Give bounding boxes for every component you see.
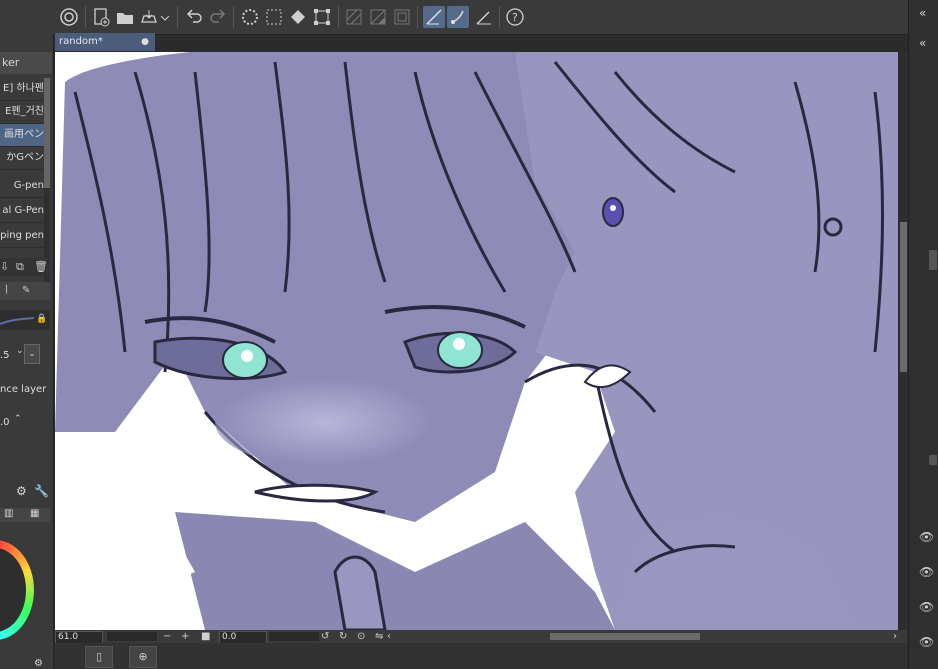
zoom-slider[interactable] bbox=[107, 632, 157, 641]
canvas-vertical-scrollbar[interactable] bbox=[899, 52, 908, 630]
eye-icon[interactable]: 👁 bbox=[919, 565, 934, 579]
sub-tool-header: ker bbox=[0, 52, 52, 74]
size-spinner-icon[interactable]: ⌄ bbox=[16, 346, 24, 356]
tab-property[interactable]: ㅣ bbox=[2, 282, 11, 300]
document-tab[interactable]: random* ● bbox=[55, 33, 155, 51]
snap-line-icon[interactable] bbox=[473, 6, 495, 28]
color-settings-icon[interactable]: ⚙ bbox=[34, 658, 43, 669]
rotate-right-icon[interactable]: ↻ bbox=[339, 630, 347, 643]
opacity-spinner-icon[interactable]: ⌃ bbox=[14, 414, 22, 424]
brush-item[interactable]: 画用ペン bbox=[0, 124, 44, 147]
save-icon[interactable] bbox=[138, 6, 160, 28]
app-logo-icon[interactable] bbox=[58, 6, 80, 28]
navigator-icon[interactable]: ⊕ bbox=[129, 646, 157, 668]
collapse-panel-icon[interactable]: « bbox=[919, 6, 926, 20]
copy-icon[interactable]: ⇩ bbox=[0, 258, 9, 276]
tool-property-tabs: ㅣ ✎ bbox=[0, 282, 50, 300]
brush-item[interactable]: E] 하나펜 bbox=[0, 78, 44, 101]
hatch-icon[interactable] bbox=[343, 6, 365, 28]
rotate-left-icon[interactable]: ↺ bbox=[321, 630, 329, 643]
transform-icon[interactable] bbox=[311, 6, 333, 28]
brush-actions: ⇩ ⧉ 🗑 bbox=[0, 258, 50, 276]
brush-list-scrollbar[interactable] bbox=[44, 78, 50, 288]
open-icon[interactable] bbox=[114, 6, 136, 28]
frame-icon[interactable] bbox=[391, 6, 413, 28]
settings-icon[interactable]: ⚙ bbox=[16, 484, 27, 498]
help-icon[interactable]: ? bbox=[504, 6, 526, 28]
command-bar: ? bbox=[0, 0, 938, 35]
zoom-in-button[interactable]: + bbox=[181, 630, 189, 643]
stroke-preview: 🔒 bbox=[0, 310, 50, 330]
brush-item[interactable]: G-pen bbox=[0, 175, 44, 198]
duplicate-icon[interactable]: ⧉ bbox=[16, 258, 24, 276]
redo-icon[interactable] bbox=[207, 6, 229, 28]
undo-icon[interactable] bbox=[183, 6, 205, 28]
bottom-bar: ▯ ⊕ bbox=[55, 643, 907, 669]
snap-ruler-icon[interactable] bbox=[423, 6, 445, 28]
pen-icon[interactable]: ✎ bbox=[22, 282, 30, 300]
size-dropdown-button[interactable]: ⌄ bbox=[24, 344, 40, 364]
svg-text:?: ? bbox=[512, 11, 518, 24]
reference-layer-label: nce layer bbox=[0, 384, 47, 395]
wrench-icon[interactable]: 🔧 bbox=[34, 484, 49, 498]
hatch2-icon[interactable] bbox=[367, 6, 389, 28]
layer-panel-icon[interactable]: ▯ bbox=[85, 646, 113, 668]
canvas-horizontal-scrollbar[interactable] bbox=[550, 633, 700, 640]
snap-brush-icon[interactable] bbox=[447, 6, 469, 28]
zoom-out-button[interactable]: − bbox=[163, 630, 171, 643]
brush-size-value[interactable]: .5 bbox=[0, 350, 10, 361]
brush-item[interactable]: ping pen bbox=[0, 225, 44, 248]
right-panel: « « 👁 👁 👁 👁 bbox=[908, 0, 938, 669]
unsaved-indicator-icon[interactable]: ● bbox=[141, 33, 149, 51]
reset-rotation-icon[interactable]: ⊙ bbox=[357, 630, 365, 643]
rotation-slider[interactable] bbox=[269, 632, 319, 641]
tab-color-set[interactable]: ▦ bbox=[30, 508, 39, 519]
new-icon[interactable] bbox=[90, 6, 112, 28]
busy-icon[interactable] bbox=[239, 6, 261, 28]
dropdown-icon[interactable] bbox=[158, 6, 172, 28]
eye-icon[interactable]: 👁 bbox=[919, 635, 934, 649]
select-icon[interactable] bbox=[263, 6, 285, 28]
brush-item[interactable]: al G-Pen bbox=[0, 200, 44, 223]
panel-handle-2[interactable] bbox=[929, 455, 937, 465]
eye-icon[interactable]: 👁 bbox=[919, 530, 934, 544]
fill-icon[interactable] bbox=[287, 6, 309, 28]
sub-tool-panel: ker E] 하나펜 E펜_거친 画用ペン かGペン G-pen al G-Pe… bbox=[0, 34, 54, 669]
tab-color-wheel[interactable]: ▥ bbox=[4, 508, 13, 519]
lock-icon[interactable]: 🔒 bbox=[36, 314, 47, 324]
fit-icon[interactable]: ■ bbox=[201, 630, 210, 643]
scroll-left-icon[interactable]: ‹ bbox=[387, 630, 391, 643]
canvas-status-bar: 61.0 − + ■ 0.0 ↺ ↻ ⊙ ⇋ ‹ › bbox=[55, 630, 907, 644]
opacity-value[interactable]: .0 bbox=[0, 417, 10, 428]
color-panel-tabs: ▥ ▦ bbox=[0, 508, 50, 522]
delete-icon[interactable]: 🗑 bbox=[34, 258, 48, 276]
document-tab-title: random* bbox=[59, 36, 103, 47]
eye-icon[interactable]: 👁 bbox=[919, 600, 934, 614]
panel-handle[interactable] bbox=[929, 250, 937, 270]
brush-item[interactable]: E펜_거친 bbox=[0, 101, 44, 124]
scroll-right-icon[interactable]: › bbox=[893, 630, 897, 643]
flip-icon[interactable]: ⇋ bbox=[375, 630, 383, 643]
color-wheel[interactable] bbox=[0, 540, 34, 640]
collapse-panel-icon-2[interactable]: « bbox=[919, 36, 926, 50]
drawing-canvas[interactable] bbox=[55, 52, 898, 630]
brush-item[interactable]: かGペン bbox=[0, 147, 44, 170]
